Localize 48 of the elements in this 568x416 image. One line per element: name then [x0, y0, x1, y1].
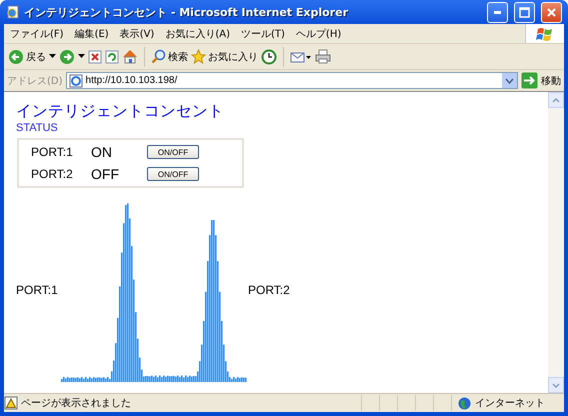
page-icon	[6, 5, 20, 19]
window-title: インテリジェントコンセント - Microsoft Internet Explorer	[24, 4, 349, 20]
star-icon	[191, 49, 206, 64]
home-icon[interactable]	[122, 49, 138, 64]
minimize-icon	[494, 10, 501, 14]
mail-icon[interactable]	[290, 50, 312, 64]
history-clock-icon[interactable]	[261, 48, 277, 64]
menu-item[interactable]: ツール(T)	[235, 26, 290, 40]
minimize-button[interactable]	[487, 2, 508, 22]
search-button[interactable]: 検索	[151, 49, 188, 64]
scroll-up-icon	[552, 98, 560, 102]
back-button[interactable]: 戻る	[8, 48, 46, 64]
security-zone-label: インターネット	[475, 397, 545, 410]
maximize-icon	[519, 6, 530, 18]
port-state: OFF	[91, 166, 120, 182]
menu-item[interactable]: ヘルプ(H)	[290, 26, 346, 40]
stop-icon[interactable]	[88, 50, 102, 64]
flag-logo-icon	[536, 26, 554, 42]
warning-page-icon	[4, 396, 18, 410]
graph-label: PORT:1	[16, 283, 59, 297]
toggle-button[interactable]: ON/OFF	[147, 145, 199, 159]
status-message: ページが表示されました	[21, 396, 132, 410]
menu-item[interactable]: 編集(E)	[68, 26, 114, 40]
port-state: ON	[91, 144, 113, 160]
port-name: PORT:2	[30, 167, 74, 181]
go-button[interactable]: 移動	[521, 72, 561, 89]
address-field[interactable]: http://10.10.103.198/	[66, 72, 518, 89]
refresh-icon[interactable]	[105, 50, 119, 64]
favorites-button[interactable]: お気に入り	[191, 49, 258, 64]
toggle-button[interactable]: ON/OFF	[147, 167, 199, 181]
close-icon	[546, 6, 557, 18]
menu-item[interactable]: 表示(V)	[114, 26, 160, 40]
address-label: アドレス(D)	[7, 74, 63, 88]
graph-label: PORT:2	[248, 283, 290, 297]
printer-icon[interactable]	[315, 49, 331, 64]
port-name: PORT:1	[30, 145, 74, 159]
menu-item[interactable]: お気に入り(A)	[159, 26, 235, 40]
dropdown-caret-icon[interactable]	[49, 54, 56, 59]
menu-item[interactable]: ファイル(F)	[4, 26, 69, 40]
magnifier-icon	[151, 49, 166, 64]
maximize-button[interactable]	[514, 2, 535, 22]
close-button[interactable]	[541, 2, 562, 22]
dropdown-caret-icon[interactable]	[78, 54, 85, 59]
globe-icon	[458, 396, 471, 410]
page-heading: インテリジェントコンセント	[16, 101, 225, 122]
ie-page-icon	[68, 74, 83, 88]
status-label: STATUS	[16, 122, 59, 135]
scroll-down-icon	[552, 382, 560, 388]
